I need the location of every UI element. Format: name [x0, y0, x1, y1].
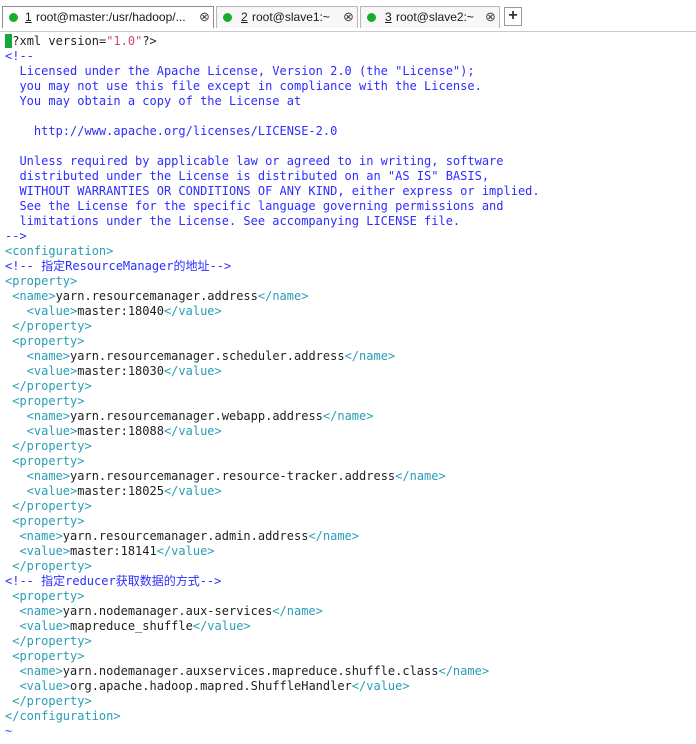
- property-open-tag: <property>: [5, 334, 85, 348]
- license-comment-line: You may obtain a copy of the License at: [5, 94, 302, 108]
- property-close-tag: </property>: [5, 634, 92, 648]
- property-name: yarn.resourcemanager.resource-tracker.ad…: [70, 469, 396, 483]
- property-open-tag: <property>: [5, 514, 85, 528]
- terminal-output[interactable]: <?xml version="1.0"?> <!-- Licensed unde…: [0, 32, 696, 744]
- value-open-tag: <value>: [5, 364, 78, 378]
- configuration-open-tag: <configuration>: [5, 244, 114, 258]
- name-open-tag: <name>: [5, 349, 71, 363]
- connected-status-icon: [9, 13, 18, 22]
- property-close-tag: </property>: [5, 439, 92, 453]
- property-value: master:18141: [70, 544, 157, 558]
- close-tab-icon[interactable]: ⊗: [485, 9, 496, 25]
- tab-slave1[interactable]: 2 root@slave1:~ ⊗: [216, 6, 358, 28]
- license-comment-line: limitations under the License. See accom…: [5, 214, 461, 228]
- close-tab-icon[interactable]: ⊗: [199, 9, 210, 25]
- session-tab-bar: 1 root@master:/usr/hadoop/... ⊗ 2 root@s…: [0, 0, 696, 32]
- value-close-tag: </value>: [163, 364, 222, 378]
- property-open-tag: <property>: [5, 274, 78, 288]
- value-close-tag: </value>: [351, 679, 410, 693]
- property-value: master:18025: [77, 484, 164, 498]
- tab-title: root@slave2:~: [396, 10, 474, 24]
- property-name: yarn.nodemanager.auxservices.mapreduce.s…: [62, 664, 439, 678]
- name-close-tag: </name>: [308, 529, 360, 543]
- value-close-tag: </value>: [163, 304, 222, 318]
- license-comment-line: distributed under the License is distrib…: [5, 169, 490, 183]
- value-open-tag: <value>: [5, 424, 78, 438]
- name-open-tag: <name>: [5, 409, 71, 423]
- value-close-tag: </value>: [192, 619, 251, 633]
- license-comment-line: WITHOUT WARRANTIES OR CONDITIONS OF ANY …: [5, 184, 540, 198]
- value-open-tag: <value>: [5, 484, 78, 498]
- property-value: master:18088: [77, 424, 164, 438]
- property-close-tag: </property>: [5, 379, 92, 393]
- xml-declaration-value: "1.0": [106, 34, 143, 48]
- reducer-comment: <!-- 指定reducer获取数据的方式-->: [5, 574, 222, 588]
- yarn-site-xml-content: <?xml version="1.0"?> <!-- Licensed unde…: [5, 34, 540, 739]
- connected-status-icon: [367, 13, 376, 22]
- tab-number: 3: [385, 10, 392, 24]
- property-name: yarn.resourcemanager.admin.address: [62, 529, 309, 543]
- license-comment-line: Unless required by applicable law or agr…: [5, 154, 504, 168]
- resourcemanager-comment: <!-- 指定ResourceManager的地址-->: [5, 259, 232, 273]
- name-close-tag: </name>: [395, 469, 446, 483]
- xml-declaration-attr: version: [48, 34, 99, 48]
- value-open-tag: <value>: [5, 679, 71, 693]
- value-close-tag: </value>: [163, 424, 222, 438]
- property-name: yarn.resourcemanager.address: [55, 289, 258, 303]
- value-open-tag: <value>: [5, 304, 78, 318]
- property-open-tag: <property>: [5, 454, 85, 468]
- property-name: yarn.resourcemanager.webapp.address: [70, 409, 323, 423]
- license-comment-line: you may not use this file except in comp…: [5, 79, 482, 93]
- property-close-tag: </property>: [5, 319, 92, 333]
- new-tab-button[interactable]: +: [504, 7, 522, 26]
- license-comment-line: <!--: [5, 49, 34, 63]
- license-comment-line: -->: [5, 229, 27, 243]
- value-close-tag: </value>: [163, 484, 222, 498]
- property-value: master:18030: [77, 364, 164, 378]
- name-close-tag: </name>: [322, 409, 374, 423]
- property-open-tag: <property>: [5, 589, 85, 603]
- tab-master[interactable]: 1 root@master:/usr/hadoop/... ⊗: [2, 6, 214, 28]
- name-close-tag: </name>: [438, 664, 490, 678]
- name-open-tag: <name>: [5, 289, 56, 303]
- connected-status-icon: [223, 13, 232, 22]
- property-name: yarn.nodemanager.aux-services: [62, 604, 273, 618]
- license-comment-line: Licensed under the Apache License, Versi…: [5, 64, 475, 78]
- property-close-tag: </property>: [5, 694, 92, 708]
- property-value: org.apache.hadoop.mapred.ShuffleHandler: [70, 679, 352, 693]
- tab-title: root@master:/usr/hadoop/...: [36, 10, 186, 24]
- property-open-tag: <property>: [5, 649, 85, 663]
- close-tab-icon[interactable]: ⊗: [343, 9, 354, 25]
- tab-number: 2: [241, 10, 248, 24]
- name-open-tag: <name>: [5, 604, 63, 618]
- property-name: yarn.resourcemanager.scheduler.address: [70, 349, 345, 363]
- xml-declaration-name: xml: [19, 34, 42, 48]
- property-close-tag: </property>: [5, 499, 92, 513]
- license-comment-line: See the License for the specific languag…: [5, 199, 504, 213]
- property-close-tag: </property>: [5, 559, 92, 573]
- tab-number: 1: [25, 10, 32, 24]
- tab-title: root@slave1:~: [252, 10, 330, 24]
- property-open-tag: <property>: [5, 394, 85, 408]
- name-close-tag: </name>: [344, 349, 396, 363]
- name-open-tag: <name>: [5, 469, 71, 483]
- value-open-tag: <value>: [5, 544, 71, 558]
- value-open-tag: <value>: [5, 619, 71, 633]
- xml-declaration-close: ?>: [142, 34, 157, 48]
- name-close-tag: </name>: [272, 604, 323, 618]
- property-value: mapreduce_shuffle: [70, 619, 193, 633]
- value-close-tag: </value>: [156, 544, 215, 558]
- tab-slave2[interactable]: 3 root@slave2:~ ⊗: [360, 6, 500, 28]
- name-open-tag: <name>: [5, 529, 63, 543]
- license-comment-line: http://www.apache.org/licenses/LICENSE-2…: [5, 124, 338, 138]
- configuration-close-tag: </configuration>: [5, 709, 121, 723]
- property-value: master:18040: [77, 304, 164, 318]
- name-open-tag: <name>: [5, 664, 63, 678]
- empty-line-tilde: ~: [5, 724, 13, 738]
- name-close-tag: </name>: [257, 289, 309, 303]
